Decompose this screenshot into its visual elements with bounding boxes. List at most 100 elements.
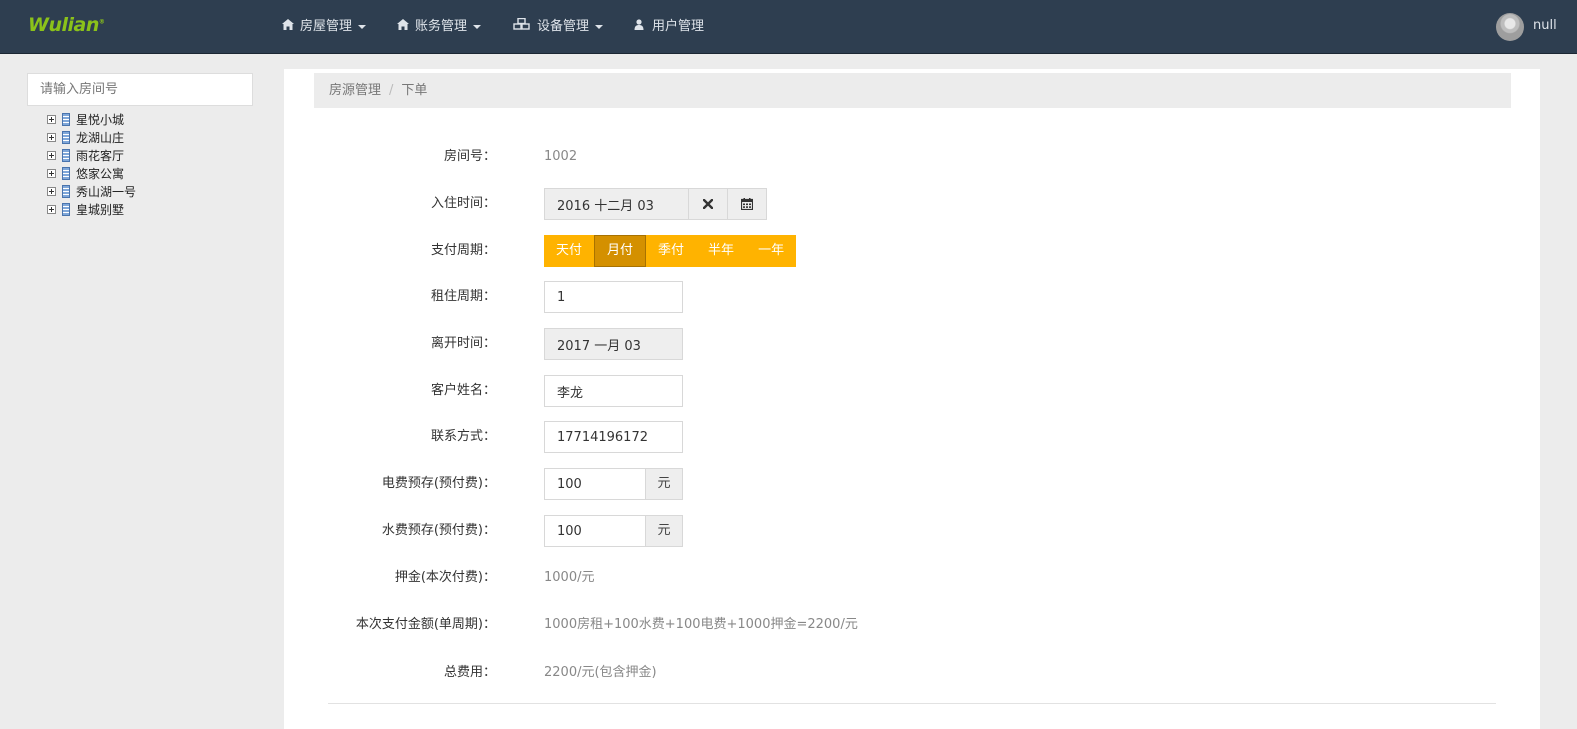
nav-user-management[interactable]: 用户管理: [634, 18, 704, 36]
chevron-down-icon: [473, 24, 482, 29]
payment-amount-row: 本次支付金额(单周期)： 1000房租+100水费+100电费+1000押金=2…: [284, 609, 1184, 641]
tree-item[interactable]: 秀山湖一号: [47, 183, 136, 201]
tree-item[interactable]: 悠家公寓: [47, 165, 136, 183]
water-prepay-row: 水费预存(预付费)： 元: [284, 515, 1184, 547]
user-name[interactable]: null: [1533, 18, 1557, 33]
lease-period-input[interactable]: [544, 281, 683, 313]
building-icon: [62, 113, 70, 126]
contact-phone-input[interactable]: [544, 421, 683, 453]
building-tree: 星悦小城 龙湖山庄 雨花客厅 悠家公寓 秀山湖一号 皇城别墅: [47, 111, 136, 219]
nav-house-management-label: 房屋管理: [300, 19, 353, 34]
avatar[interactable]: [1496, 13, 1524, 41]
tree-item-label[interactable]: 龙湖山庄: [76, 131, 124, 145]
tree-item-label[interactable]: 悠家公寓: [76, 167, 124, 181]
customer-name-input[interactable]: [544, 375, 683, 407]
tree-item[interactable]: 龙湖山庄: [47, 129, 136, 147]
pay-cycle-half-year-button[interactable]: 半年: [696, 235, 746, 267]
total-fee-value: 2200/元(包含押金): [544, 665, 657, 680]
expand-plus-icon[interactable]: [47, 115, 56, 124]
building-icon: [62, 185, 70, 198]
nav-house-management[interactable]: 房屋管理: [282, 18, 367, 36]
cubes-icon: [513, 17, 531, 36]
breadcrumb-current: 下单: [401, 83, 428, 98]
pay-cycle-row: 支付周期： 天付 月付 季付 半年 一年: [284, 235, 1184, 267]
checkout-row: 离开时间：: [284, 328, 1184, 360]
room-number-row: 房间号： 1002: [284, 141, 1184, 173]
home-icon: [397, 18, 409, 36]
chevron-down-icon: [595, 24, 604, 29]
total-fee-label: 总费用：: [443, 665, 496, 680]
tree-item[interactable]: 皇城别墅: [47, 201, 136, 219]
building-icon: [62, 203, 70, 216]
tree-item-label[interactable]: 皇城别墅: [76, 203, 124, 217]
clear-date-button[interactable]: [688, 188, 728, 220]
deposit-label: 押金(本次付费)：: [394, 570, 496, 585]
nav-account-management[interactable]: 账务管理: [397, 18, 482, 36]
room-number-label: 房间号：: [443, 149, 496, 164]
nav-device-management[interactable]: 设备管理: [513, 17, 604, 36]
pay-cycle-button-group: 天付 月付 季付 半年 一年: [544, 235, 797, 267]
checkin-row: 入住时间：: [284, 188, 1184, 220]
tree-item-label[interactable]: 秀山湖一号: [76, 185, 136, 199]
brand-logo-text: Wulian: [28, 14, 99, 36]
lease-period-label: 租住周期：: [430, 289, 496, 304]
calendar-icon: [740, 198, 754, 211]
pay-cycle-yearly-button[interactable]: 一年: [746, 235, 796, 267]
building-icon: [62, 149, 70, 162]
expand-plus-icon[interactable]: [47, 187, 56, 196]
breadcrumb: 房源管理 / 下单: [314, 73, 1511, 108]
tree-item-label[interactable]: 雨花客厅: [76, 149, 124, 163]
deposit-row: 押金(本次付费)： 1000/元: [284, 562, 1184, 594]
customer-name-label: 客户姓名：: [430, 383, 496, 398]
total-fee-row: 总费用： 2200/元(包含押金): [284, 657, 1184, 689]
pay-cycle-daily-button[interactable]: 天付: [544, 235, 594, 267]
room-search-input[interactable]: [27, 73, 253, 106]
water-prepay-input[interactable]: [544, 515, 646, 547]
expand-plus-icon[interactable]: [47, 169, 56, 178]
electric-prepay-label: 电费预存(预付费)：: [381, 476, 496, 491]
checkin-label: 入住时间：: [430, 196, 496, 211]
trademark-mark: ®: [98, 18, 105, 26]
form-divider: [328, 703, 1496, 704]
checkout-date-input: [544, 328, 683, 360]
nav-user-management-label: 用户管理: [652, 19, 705, 34]
open-calendar-button[interactable]: [727, 188, 767, 220]
nav-device-management-label: 设备管理: [537, 19, 590, 34]
close-icon: [702, 198, 714, 210]
water-unit-addon: 元: [645, 515, 683, 547]
electric-unit-addon: 元: [645, 468, 683, 500]
customer-name-row: 客户姓名：: [284, 375, 1184, 407]
expand-plus-icon[interactable]: [47, 205, 56, 214]
payment-amount-label: 本次支付金额(单周期)：: [355, 617, 496, 632]
pay-cycle-monthly-button[interactable]: 月付: [594, 235, 647, 267]
breadcrumb-separator: /: [389, 83, 394, 98]
tree-item[interactable]: 星悦小城: [47, 111, 136, 129]
expand-plus-icon[interactable]: [47, 133, 56, 142]
chevron-down-icon: [358, 24, 367, 29]
payment-amount-value: 1000房租+100水费+100电费+1000押金=2200/元: [544, 617, 858, 632]
deposit-value: 1000/元: [544, 570, 595, 585]
checkout-label: 离开时间：: [430, 336, 496, 351]
expand-plus-icon[interactable]: [47, 151, 56, 160]
building-icon: [62, 131, 70, 144]
pay-cycle-quarterly-button[interactable]: 季付: [646, 235, 696, 267]
home-icon: [282, 18, 294, 36]
checkin-date-input[interactable]: [544, 188, 689, 220]
tree-item-label[interactable]: 星悦小城: [76, 113, 124, 127]
electric-prepay-row: 电费预存(预付费)： 元: [284, 468, 1184, 500]
electric-prepay-input[interactable]: [544, 468, 646, 500]
room-number-value: 1002: [544, 149, 578, 164]
pay-cycle-label: 支付周期：: [430, 243, 496, 258]
tree-item[interactable]: 雨花客厅: [47, 147, 136, 165]
breadcrumb-parent-link[interactable]: 房源管理: [329, 83, 381, 98]
contact-label: 联系方式：: [430, 429, 496, 444]
brand-logo[interactable]: Wulian®: [28, 14, 105, 36]
water-prepay-label: 水费预存(预付费)：: [381, 523, 496, 538]
contact-row: 联系方式：: [284, 421, 1184, 453]
top-navbar: Wulian® 房屋管理 账务管理 设备管理 用户管理 null: [0, 0, 1577, 54]
nav-account-management-label: 账务管理: [415, 19, 468, 34]
user-icon: [634, 18, 646, 36]
order-panel: 房源管理 / 下单 房间号： 1002 入住时间： 支付周期： 天付 月付 季付: [284, 69, 1540, 729]
lease-period-row: 租住周期：: [284, 281, 1184, 313]
building-icon: [62, 167, 70, 180]
